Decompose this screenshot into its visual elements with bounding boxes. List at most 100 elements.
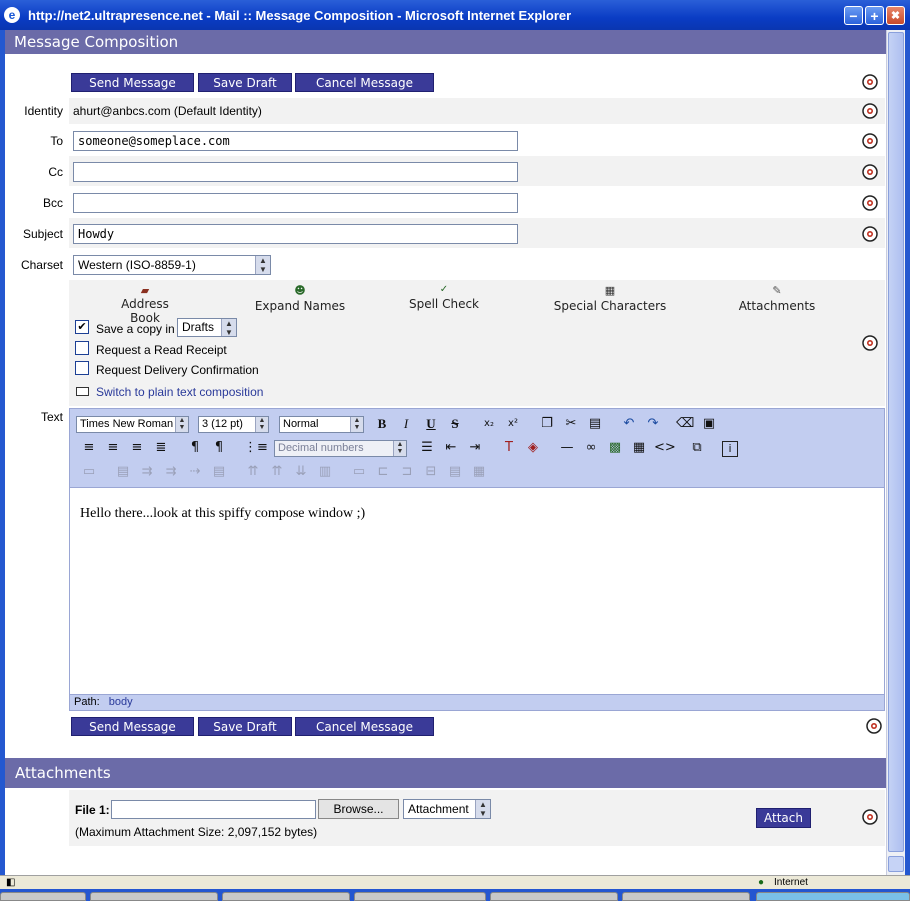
editor-area[interactable]: Hello there...look at this spiffy compos… [69, 488, 885, 694]
special-characters-tool[interactable]: ▦ Special Characters [545, 284, 675, 313]
ltr-icon[interactable]: ¶ [186, 439, 204, 457]
italic-icon[interactable]: I [397, 415, 415, 433]
subject-label: Subject [22, 227, 63, 241]
help-icon[interactable] [862, 74, 878, 90]
insert-col-before-icon: ⇈ [247, 464, 259, 479]
taskbar-button[interactable] [222, 892, 350, 901]
close-button[interactable]: ✖ [886, 6, 905, 25]
unordered-list-icon[interactable]: ☰ [418, 439, 436, 457]
font-select[interactable]: Times New Roman ▲ ▼ [76, 416, 189, 433]
special-characters-label: Special Characters [553, 299, 667, 313]
style-select[interactable]: Normal ▲ ▼ [279, 416, 364, 433]
taskbar-button[interactable] [0, 892, 86, 901]
source-icon[interactable]: <> [654, 439, 676, 457]
address-book-tool[interactable]: ▰ Address Book [105, 284, 185, 325]
save-draft-button[interactable]: Save Draft [198, 73, 292, 92]
align-right-icon[interactable]: ≡ [128, 439, 146, 457]
delivery-confirmation-checkbox[interactable] [75, 361, 89, 375]
send-message-button[interactable]: Send Message [71, 717, 194, 736]
help-icon[interactable] [862, 164, 878, 180]
save-copy-label: Save a copy in [96, 322, 175, 336]
copy-icon[interactable]: ❐ [538, 415, 556, 433]
undo-icon[interactable]: ↶ [620, 415, 638, 433]
table-props-icon: ▭ [82, 464, 96, 479]
outdent-icon[interactable]: ⇤ [442, 439, 460, 457]
strikethrough-icon[interactable]: S [446, 415, 464, 433]
align-left-icon[interactable]: ≡ [80, 439, 98, 457]
ordered-list-icon[interactable]: ⋮≡ [244, 439, 268, 457]
window-frame-right [905, 30, 910, 875]
attach-button[interactable]: Attach [756, 808, 811, 828]
redo-icon[interactable]: ↷ [644, 415, 662, 433]
browse-button[interactable]: Browse... [318, 799, 399, 819]
save-draft-button[interactable]: Save Draft [198, 717, 292, 736]
align-center-icon[interactable]: ≡ [104, 439, 122, 457]
save-copy-folder-select[interactable]: Drafts ▲ ▼ [177, 318, 237, 337]
help-icon[interactable] [862, 226, 878, 242]
path-body-link[interactable]: body [109, 696, 133, 708]
minimize-button[interactable]: − [844, 6, 863, 25]
cc-field[interactable] [73, 162, 518, 182]
attachments-tool[interactable]: ✎ Attachments [732, 284, 822, 313]
file-label: File 1: [75, 803, 110, 817]
insert-cell-before-icon: ⊏ [377, 464, 389, 479]
background-color-icon[interactable]: ◈ [524, 439, 542, 457]
subscript-icon[interactable]: x₂ [480, 415, 498, 433]
spell-check-tool[interactable]: ✓ Spell Check [399, 284, 489, 311]
page-content: Message Composition Send Message Save Dr… [5, 30, 886, 875]
underline-icon[interactable]: U [422, 415, 440, 433]
eraser-icon[interactable]: ⌫ [676, 415, 694, 433]
bcc-field[interactable] [73, 193, 518, 213]
help-icon[interactable] [862, 133, 878, 149]
save-copy-checkbox[interactable]: ✔ [75, 320, 89, 334]
taskbar-button[interactable] [354, 892, 486, 901]
link-icon[interactable]: ∞ [582, 439, 600, 457]
list-style-select[interactable]: Decimal numbers ▲ ▼ [274, 440, 407, 457]
help-icon[interactable] [862, 335, 878, 351]
text-color-icon[interactable]: T [500, 439, 518, 457]
about-icon[interactable]: i [722, 441, 738, 457]
to-field[interactable]: someone@someplace.com [73, 131, 518, 151]
word-paste-icon[interactable]: ▣ [700, 415, 718, 433]
taskbar-button[interactable] [90, 892, 218, 901]
cc-label: Cc [48, 165, 63, 179]
indent-icon[interactable]: ⇥ [466, 439, 484, 457]
superscript-icon[interactable]: x² [504, 415, 522, 433]
help-icon[interactable] [862, 103, 878, 119]
maximize-button[interactable]: + [865, 6, 884, 25]
plain-text-link[interactable]: Switch to plain text composition [96, 385, 263, 399]
rtl-icon[interactable]: ¶ [210, 439, 228, 457]
cancel-message-button[interactable]: Cancel Message [295, 73, 434, 92]
cut-icon[interactable]: ✂ [562, 415, 580, 433]
help-icon[interactable] [866, 718, 882, 734]
editor-toolbar: Times New Roman ▲ ▼ 3 (12 pt) ▲ ▼ Normal ▲ ▼ B… [69, 408, 885, 488]
table-icon[interactable]: ▦ [630, 439, 648, 457]
help-icon[interactable] [862, 195, 878, 211]
help-icon[interactable] [862, 809, 878, 825]
charset-select[interactable]: Western (ISO-8859-1) ▲ ▼ [73, 255, 271, 275]
cancel-message-button[interactable]: Cancel Message [295, 717, 434, 736]
taskbar-button[interactable] [622, 892, 750, 901]
horizontal-rule-icon[interactable]: — [558, 439, 576, 457]
chevron-down-icon: ▲ ▼ [393, 441, 406, 456]
window-titlebar: e http://net2.ultrapresence.net - Mail :… [0, 0, 910, 30]
disposition-select[interactable]: Attachment ▲ ▼ [403, 799, 491, 819]
image-icon[interactable]: ▩ [606, 439, 624, 457]
scrollbar-thumb[interactable] [888, 32, 904, 852]
taskbar-button[interactable] [490, 892, 618, 901]
send-message-button[interactable]: Send Message [71, 73, 194, 92]
identity-label: Identity [24, 104, 63, 118]
subject-field[interactable]: Howdy [73, 224, 518, 244]
justify-icon[interactable]: ≣ [152, 439, 170, 457]
file-input[interactable] [111, 800, 316, 819]
fullscreen-icon[interactable]: ⧉ [688, 439, 706, 457]
delivery-confirmation-label: Request Delivery Confirmation [96, 363, 259, 377]
read-receipt-checkbox[interactable] [75, 341, 89, 355]
size-select[interactable]: 3 (12 pt) ▲ ▼ [198, 416, 269, 433]
list-style-value: Decimal numbers [278, 442, 364, 454]
expand-names-tool[interactable]: ☻ Expand Names [250, 284, 350, 313]
paste-icon[interactable]: ▤ [586, 415, 604, 433]
scroll-down-button[interactable] [888, 856, 904, 872]
bold-icon[interactable]: B [373, 415, 391, 433]
vertical-scrollbar[interactable] [886, 30, 905, 875]
